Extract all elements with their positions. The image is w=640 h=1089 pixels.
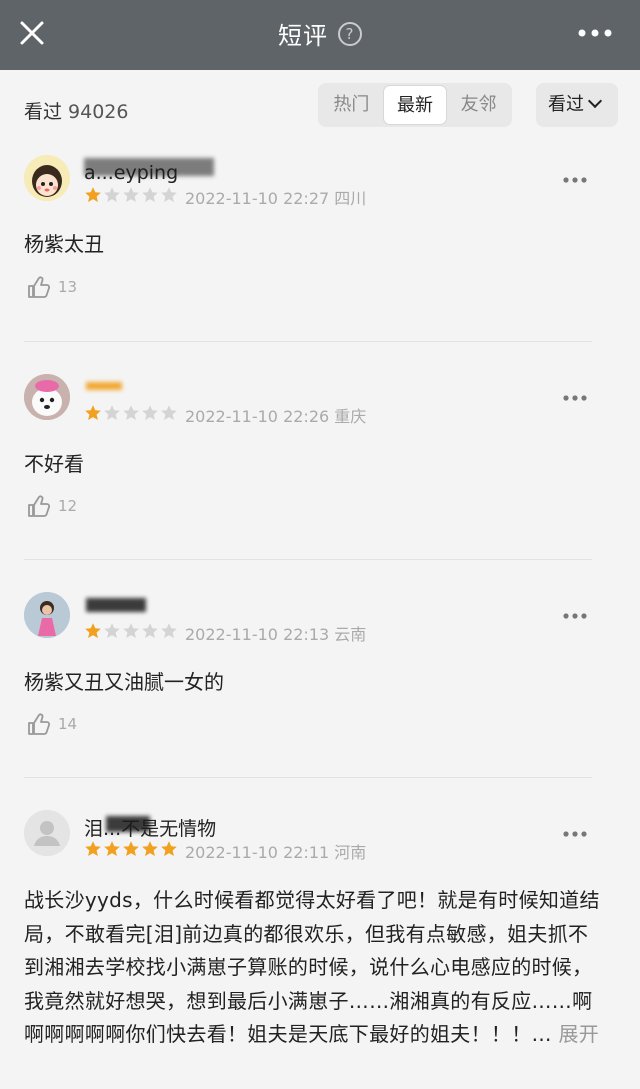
review-more-icon[interactable] bbox=[562, 830, 588, 838]
review-location: 四川 bbox=[334, 189, 367, 208]
star-rating bbox=[84, 840, 178, 858]
review-meta: 2022-11-10 22:26 重庆 bbox=[185, 403, 366, 427]
star-filled-icon bbox=[161, 841, 177, 856]
star-empty-icon bbox=[123, 187, 139, 202]
thumbs-up-icon bbox=[28, 276, 51, 298]
star-rating bbox=[84, 404, 178, 422]
seen-count: 看过 94026 bbox=[24, 97, 128, 124]
like-button[interactable]: 13 bbox=[26, 274, 77, 300]
seen-count-label: 看过 bbox=[24, 101, 63, 123]
avatar[interactable] bbox=[24, 374, 70, 420]
sort-segmented-control: 热门 最新 友邻 bbox=[318, 83, 512, 127]
help-icon[interactable]: ? bbox=[338, 21, 362, 46]
chevron-down-icon bbox=[587, 93, 603, 109]
review-location: 重庆 bbox=[334, 407, 367, 426]
like-count: 14 bbox=[58, 715, 78, 733]
star-empty-icon bbox=[104, 187, 120, 202]
star-filled-icon bbox=[104, 841, 120, 856]
seen-filter-label: 看过 bbox=[548, 94, 584, 115]
review-text-block: 战长沙yyds，什么时候看都觉得太好看了吧！就是有时候知道结局，不敢看完[泪]前… bbox=[24, 884, 604, 1052]
review-more-icon[interactable] bbox=[562, 176, 588, 184]
page-title-wrap: 短评 ? bbox=[0, 16, 640, 51]
star-empty-icon bbox=[142, 405, 158, 420]
star-rating bbox=[84, 186, 178, 204]
star-empty-icon bbox=[104, 623, 120, 638]
top-bar: 短评 ? bbox=[0, 0, 640, 70]
avatar-dog-image bbox=[24, 374, 70, 420]
like-button[interactable]: 14 bbox=[26, 711, 77, 737]
thumbs-up-icon bbox=[28, 713, 51, 735]
star-filled-icon bbox=[85, 187, 101, 202]
review-more-icon[interactable] bbox=[562, 612, 588, 620]
star-filled-icon bbox=[85, 841, 101, 856]
star-empty-icon bbox=[161, 405, 177, 420]
filter-bar: 看过 94026 热门 最新 友邻 看过 bbox=[0, 70, 640, 144]
review-meta: 2022-11-10 22:27 四川 bbox=[185, 185, 366, 209]
avatar[interactable] bbox=[24, 155, 70, 201]
username[interactable]: 泪...不是无情物 bbox=[84, 814, 216, 841]
star-filled-icon bbox=[142, 841, 158, 856]
review-location: 河南 bbox=[334, 843, 367, 862]
divider bbox=[24, 341, 592, 342]
review-time: 2022-11-10 22:11 bbox=[185, 843, 330, 862]
seen-filter-dropdown[interactable]: 看过 bbox=[536, 83, 618, 127]
star-empty-icon bbox=[123, 405, 139, 420]
review-more-icon[interactable] bbox=[562, 394, 588, 402]
more-options-icon[interactable] bbox=[578, 28, 612, 38]
divider bbox=[24, 559, 592, 560]
tab-latest[interactable]: 最新 bbox=[382, 85, 448, 125]
star-filled-icon bbox=[123, 841, 139, 856]
review-item: 2022-11-10 22:13 云南 杨紫又丑又油腻一女的 14 bbox=[0, 580, 640, 780]
review-item: 泪...不是无情物 2022-11-10 22:11 河南 战长沙yyds，什么… bbox=[0, 798, 640, 1089]
seen-count-value: 94026 bbox=[68, 101, 129, 123]
review-time: 2022-11-10 22:26 bbox=[185, 407, 330, 426]
thumbs-up-icon bbox=[28, 495, 51, 517]
avatar-child-image bbox=[24, 592, 70, 638]
review-text: 杨紫太丑 bbox=[24, 232, 104, 256]
username-redaction bbox=[106, 816, 150, 832]
username-redaction bbox=[84, 158, 214, 176]
avatar-girl-image bbox=[24, 155, 70, 201]
expand-link[interactable]: 展开 bbox=[558, 1022, 599, 1046]
star-empty-icon bbox=[142, 623, 158, 638]
username-redaction bbox=[86, 382, 122, 390]
star-rating bbox=[84, 622, 178, 640]
like-count: 12 bbox=[58, 497, 78, 515]
star-empty-icon bbox=[161, 623, 177, 638]
review-item: a...eyping 2022-11-10 22:27 四川 杨紫太丑 13 bbox=[0, 144, 640, 344]
star-filled-icon bbox=[85, 405, 101, 420]
username-redaction bbox=[86, 598, 146, 612]
review-item: 2022-11-10 22:26 重庆 不好看 12 bbox=[0, 362, 640, 562]
star-empty-icon bbox=[161, 187, 177, 202]
review-time: 2022-11-10 22:13 bbox=[185, 625, 330, 644]
review-text: 战长沙yyds，什么时候看都觉得太好看了吧！就是有时候知道结局，不敢看完[泪]前… bbox=[24, 888, 600, 1046]
review-text: 杨紫又丑又油腻一女的 bbox=[24, 670, 224, 694]
review-time: 2022-11-10 22:27 bbox=[185, 189, 330, 208]
review-meta: 2022-11-10 22:11 河南 bbox=[185, 839, 366, 863]
star-empty-icon bbox=[104, 405, 120, 420]
review-text: 不好看 bbox=[24, 452, 84, 476]
divider bbox=[24, 777, 592, 778]
avatar[interactable] bbox=[24, 592, 70, 638]
default-avatar-icon bbox=[24, 810, 70, 856]
like-button[interactable]: 12 bbox=[26, 493, 77, 519]
avatar[interactable] bbox=[24, 810, 70, 856]
page-title: 短评 bbox=[278, 22, 328, 50]
review-location: 云南 bbox=[334, 625, 367, 644]
star-empty-icon bbox=[123, 623, 139, 638]
review-meta: 2022-11-10 22:13 云南 bbox=[185, 621, 366, 645]
tab-hot[interactable]: 热门 bbox=[320, 85, 383, 125]
tab-friends[interactable]: 友邻 bbox=[447, 85, 510, 125]
like-count: 13 bbox=[58, 278, 78, 296]
star-empty-icon bbox=[142, 187, 158, 202]
star-filled-icon bbox=[85, 623, 101, 638]
